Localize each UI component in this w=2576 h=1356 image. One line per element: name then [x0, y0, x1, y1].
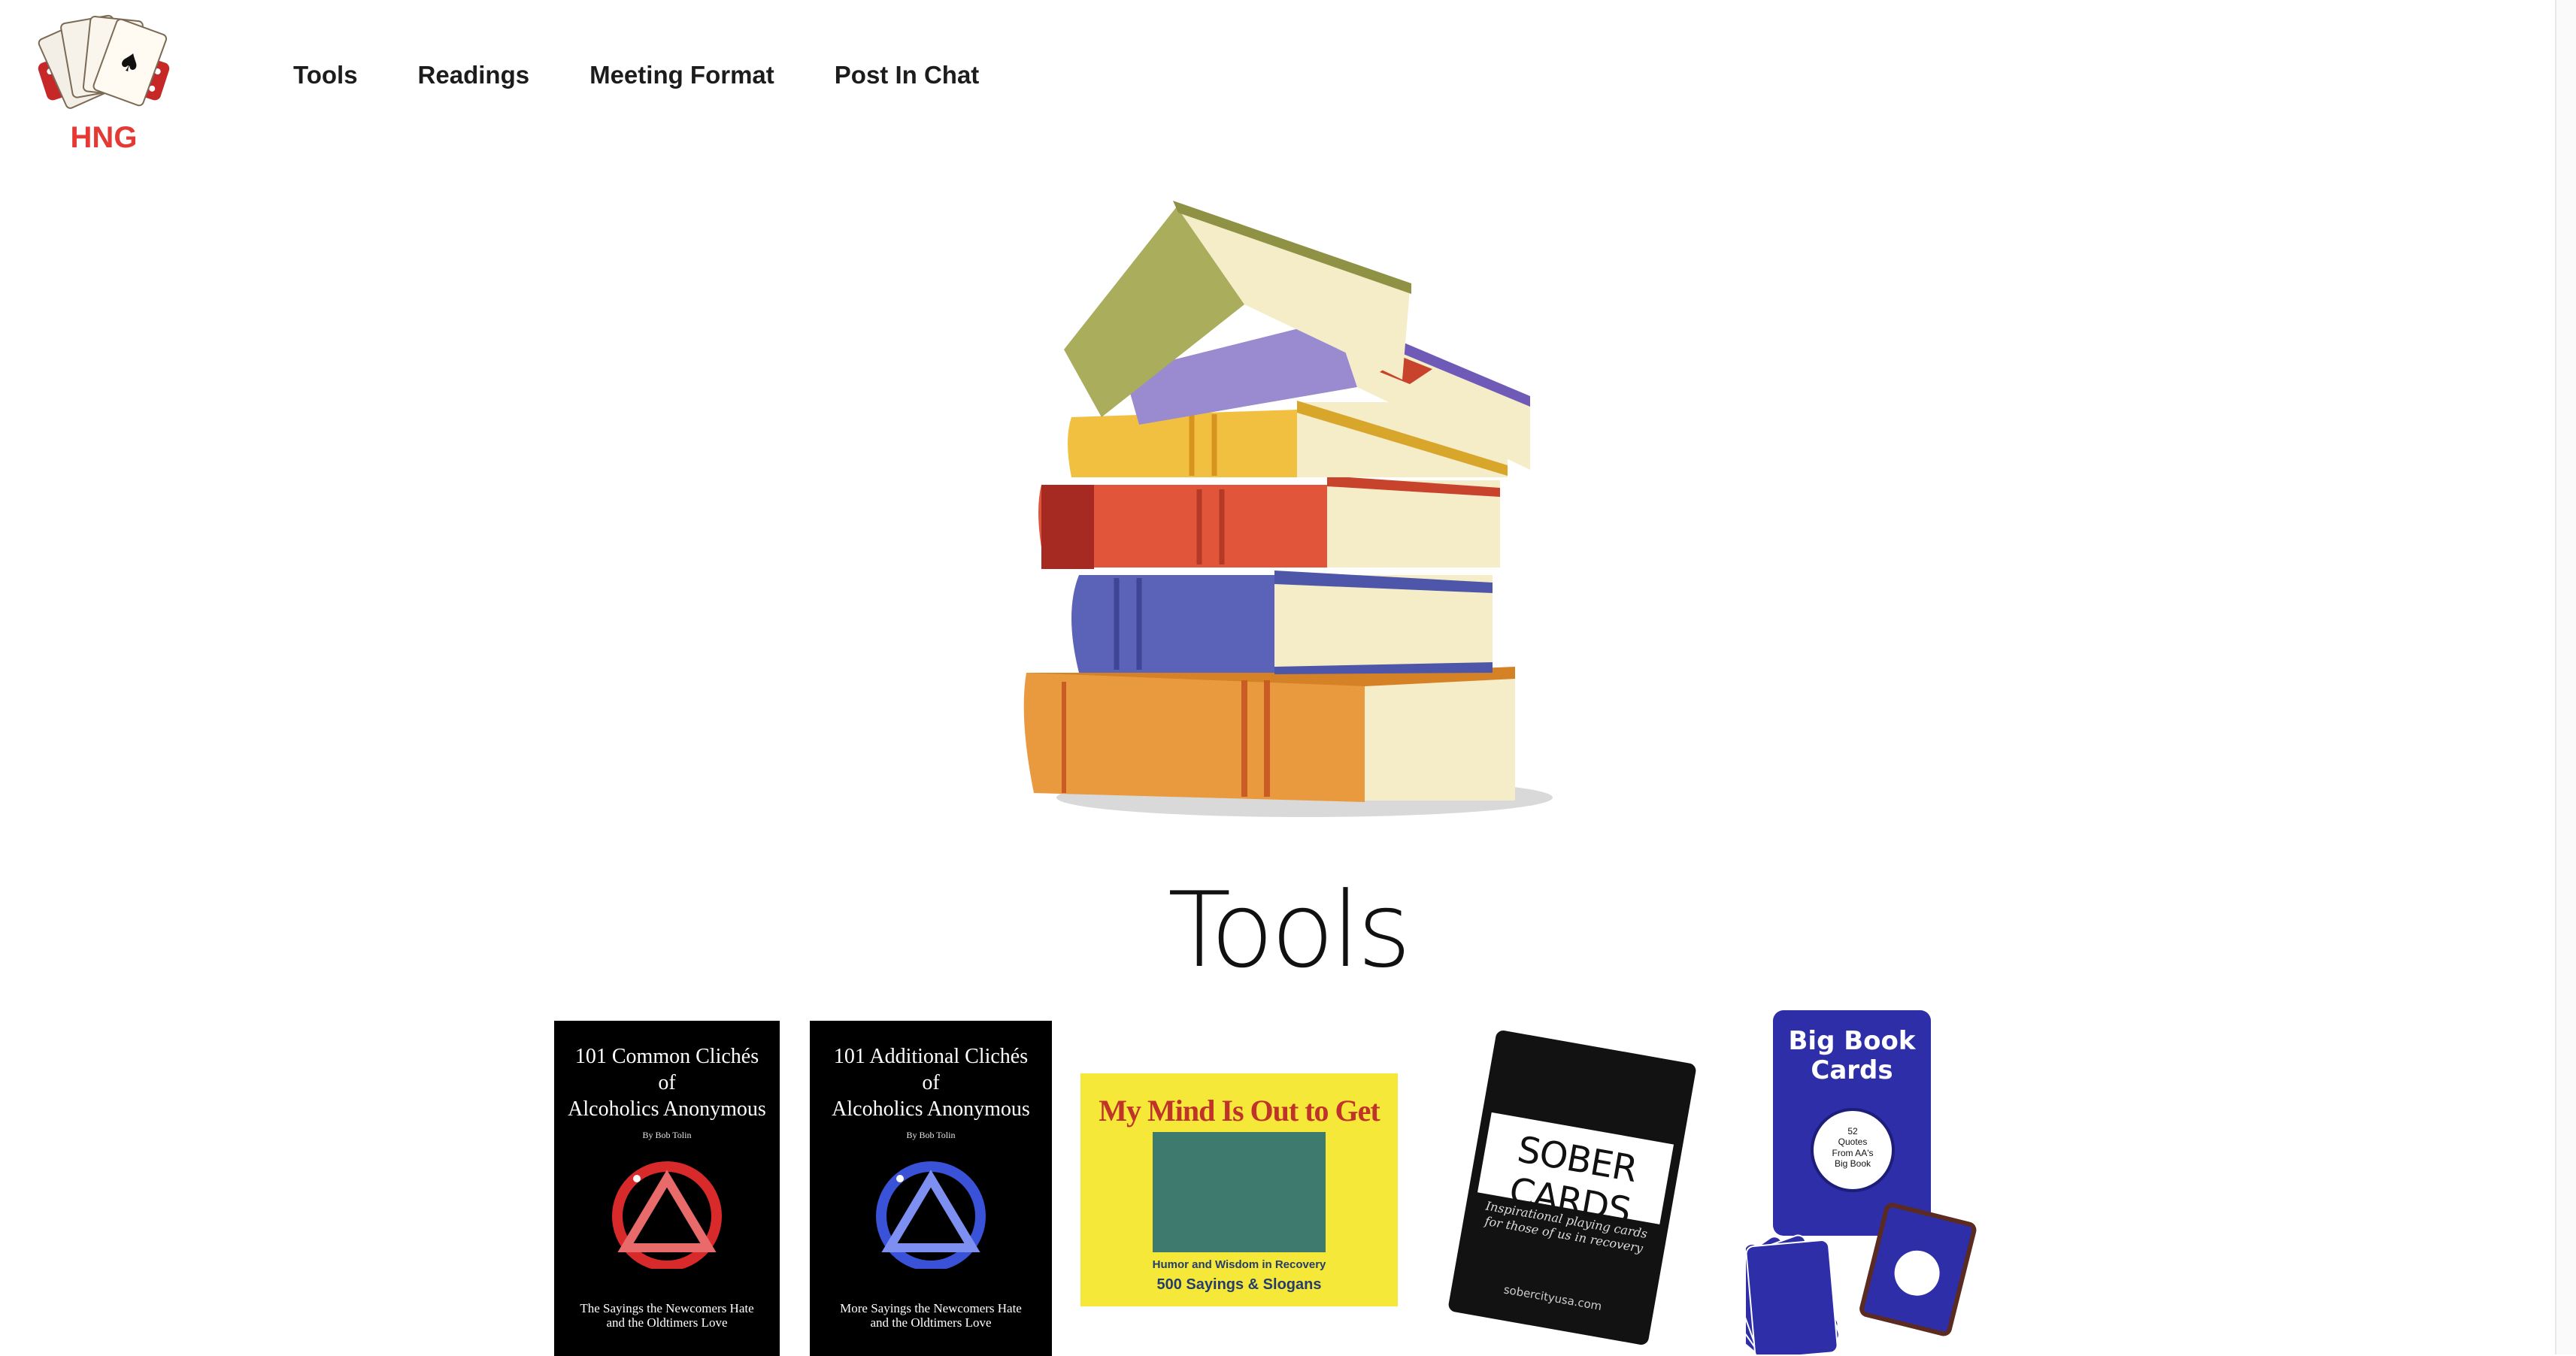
- book-count: 500 Sayings & Slogans: [1156, 1276, 1322, 1293]
- quotes-badge-text: 52 Quotes From AA's Big Book: [1811, 1126, 1895, 1170]
- book-author: By Bob Tolin: [906, 1130, 956, 1140]
- page-title: Tools: [1168, 870, 1411, 991]
- book-tagline: Humor and Wisdom in Recovery: [1152, 1258, 1326, 1271]
- book-subtitle-line1: The Sayings the Newcomers Hate: [580, 1300, 754, 1315]
- badge-line: Big Book: [1834, 1158, 1871, 1170]
- card-title-line1: Big Book: [1788, 1026, 1916, 1056]
- book-title-line3: Alcoholics Anonymous: [568, 1097, 766, 1121]
- card-title: Big Book Cards: [1773, 1026, 1931, 1086]
- aa-triangle-icon: [876, 1161, 986, 1269]
- book-title-line2: of: [658, 1071, 676, 1094]
- cover-illustration: [1153, 1132, 1326, 1252]
- product-101-common-cliches[interactable]: 101 Common Clichés of Alcoholics Anonymo…: [554, 1021, 780, 1356]
- product-sober-cards[interactable]: SOBER CARDS Inspirational playing cards …: [1442, 1022, 1702, 1353]
- page: ♠ HNG Tools Readings Meeting Format Post…: [0, 0, 2576, 1356]
- nav-item-post-in-chat[interactable]: Post In Chat: [835, 61, 980, 89]
- card-fan-icon: [1746, 1203, 1977, 1354]
- product-101-additional-cliches[interactable]: 101 Additional Clichés of Alcoholics Ano…: [810, 1021, 1052, 1356]
- book-title-line2: of: [922, 1071, 940, 1094]
- book-subtitle-line2: and the Oldtimers Love: [606, 1315, 728, 1330]
- book-title-line1: 101 Common Clichés: [574, 1045, 759, 1068]
- book-cover: 101 Common Clichés of Alcoholics Anonymo…: [554, 1021, 780, 1356]
- product-big-book-cards[interactable]: Big Book Cards 52 Quotes From AA's Big B…: [1746, 1010, 1987, 1354]
- nav-item-readings[interactable]: Readings: [418, 61, 530, 89]
- card-box: SOBER CARDS Inspirational playing cards …: [1447, 1029, 1697, 1346]
- book-subtitle-line2: and the Oldtimers Love: [870, 1315, 992, 1330]
- main-nav: Tools Readings Meeting Format Post In Ch…: [293, 0, 979, 150]
- book-title-line1: 101 Additional Clichés: [833, 1045, 1029, 1068]
- badge-line: From AA's: [1832, 1147, 1874, 1158]
- badge-line: 52: [1847, 1126, 1858, 1137]
- book-subtitle-line1: More Sayings the Newcomers Hate: [840, 1300, 1022, 1315]
- logo-text: HNG: [71, 121, 138, 154]
- book-cover: 101 Additional Clichés of Alcoholics Ano…: [810, 1021, 1052, 1356]
- card-url: sobercityusa.com: [1502, 1282, 1603, 1314]
- book-title-line3: Alcoholics Anonymous: [832, 1097, 1030, 1121]
- scrollbar[interactable]: [2555, 0, 2576, 1354]
- nav-item-tools[interactable]: Tools: [293, 61, 358, 89]
- site-logo-link[interactable]: ♠ HNG: [36, 11, 171, 161]
- card-title-line2: Cards: [1811, 1055, 1893, 1086]
- nav-item-meeting-format[interactable]: Meeting Format: [589, 61, 774, 89]
- book-author: By Bob Tolin: [642, 1130, 692, 1140]
- badge-line: Quotes: [1838, 1137, 1868, 1148]
- books-stack-illustration: [1023, 201, 1553, 817]
- product-my-mind-is-out-to-get-me[interactable]: My Mind Is Out to Get Me Humor and Wisdo…: [1080, 1073, 1398, 1306]
- logo-icon: ♠ HNG: [38, 14, 170, 155]
- aa-triangle-icon: [612, 1161, 722, 1269]
